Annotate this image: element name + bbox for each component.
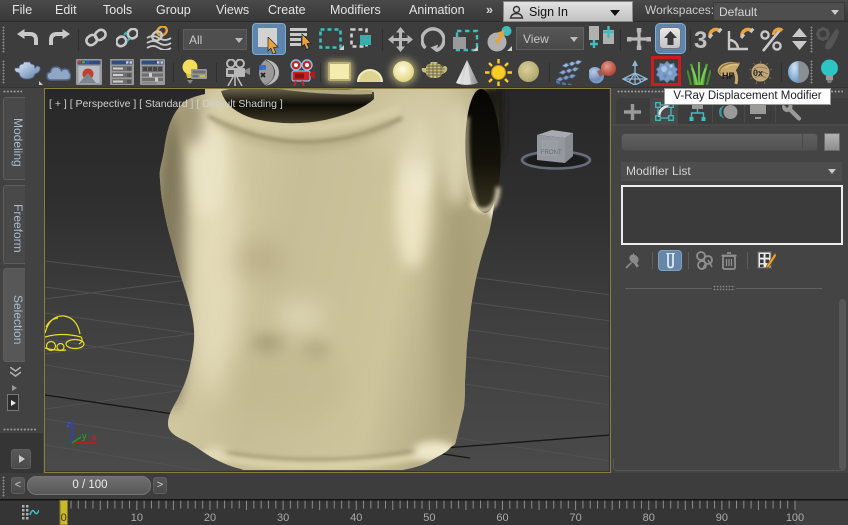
svg-text:50: 50 (423, 512, 435, 524)
svg-text:z: z (66, 419, 71, 429)
svg-text:30: 30 (277, 512, 289, 524)
svg-text:80: 80 (643, 512, 655, 524)
svg-text:40: 40 (350, 512, 362, 524)
svg-text:70: 70 (569, 512, 581, 524)
svg-text:HF: HF (722, 71, 734, 81)
svg-text:100: 100 (786, 512, 804, 524)
svg-text:90: 90 (716, 512, 728, 524)
svg-text:60: 60 (496, 512, 508, 524)
svg-text:FRONT: FRONT (541, 150, 562, 156)
svg-text:10: 10 (131, 512, 143, 524)
svg-text:y: y (82, 431, 87, 441)
svg-text:20: 20 (204, 512, 216, 524)
svg-text:0x: 0x (753, 68, 763, 78)
svg-text:x: x (92, 432, 97, 442)
svg-text:0: 0 (61, 512, 67, 524)
svg-text:[ + ] [ Perspective ] [ Standa: [ + ] [ Perspective ] [ Standard ] [ Def… (49, 98, 283, 110)
